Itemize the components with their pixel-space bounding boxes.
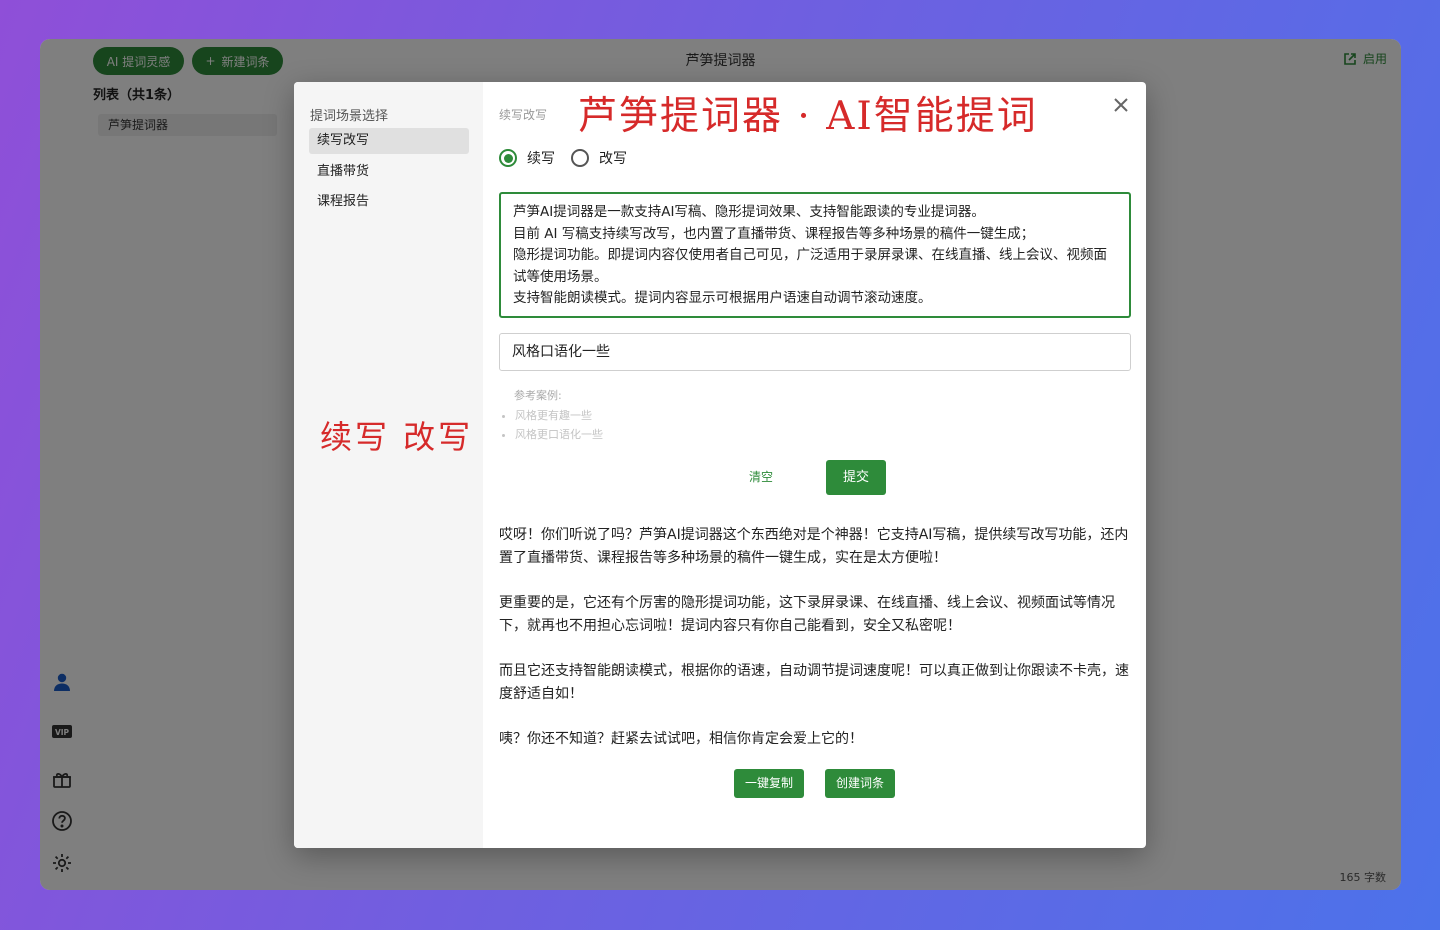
- handwritten-subtitle: 续写 改写: [320, 418, 474, 456]
- reference-item[interactable]: 风格更有趣一些: [515, 406, 603, 425]
- radio-rewrite[interactable]: 改写: [571, 148, 627, 168]
- output-paragraph: 更重要的是，它还有个厉害的隐形提词功能，这下录屏录课、在线直播、线上会议、视频面…: [499, 595, 1115, 634]
- handwritten-title: 芦笋提词器 · AI智能提词: [578, 94, 1038, 139]
- reference-label: 参考案例:: [514, 389, 562, 402]
- scene-item-rewrite[interactable]: 续写改写: [309, 128, 469, 154]
- radio-checked-icon: [499, 149, 517, 167]
- radio-continue-label: 续写: [527, 151, 555, 167]
- copy-button[interactable]: 一键复制: [734, 769, 804, 798]
- output-paragraph: 而且它还支持智能朗读模式，根据你的语速，自动调节提词速度呢！可以真正做到让你跟读…: [499, 663, 1129, 702]
- close-icon[interactable]: [1110, 94, 1132, 116]
- source-line: 目前 AI 写稿支持续写改写，也内置了直播带货、课程报告等多种场景的稿件一键生成…: [513, 225, 1035, 242]
- reference-item[interactable]: 风格更口语化一些: [515, 425, 603, 444]
- source-line: 隐形提词功能。即提词内容仅使用者自己可见，广泛适用于录屏录课、在线直播、线上会议…: [513, 247, 1107, 285]
- submit-button[interactable]: 提交: [826, 460, 886, 495]
- generated-output: 哎呀！你们听说了吗？芦笋AI提词器这个东西绝对是个神器！它支持AI写稿，提供续写…: [499, 524, 1131, 773]
- clear-button[interactable]: 清空: [749, 468, 773, 485]
- create-entry-button[interactable]: 创建词条: [825, 769, 895, 798]
- radio-rewrite-label: 改写: [599, 151, 627, 167]
- source-text-area[interactable]: 芦笋AI提词器是一款支持AI写稿、隐形提词效果、支持智能跟读的专业提词器。 目前…: [499, 192, 1131, 318]
- reference-list: 风格更有趣一些 风格更口语化一些: [499, 406, 603, 444]
- style-input[interactable]: 风格口语化一些: [499, 333, 1131, 371]
- dialog-title: 续写改写: [499, 108, 548, 122]
- radio-unchecked-icon: [571, 149, 589, 167]
- radio-continue[interactable]: 续写: [499, 148, 555, 168]
- ai-writing-dialog: 提词场景选择 续写改写 直播带货 课程报告 续写 改写 续写改写 芦笋提词器 ·…: [294, 82, 1146, 848]
- scene-sidebar: 提词场景选择 续写改写 直播带货 课程报告 续写 改写: [294, 82, 483, 848]
- scene-item-livestream[interactable]: 直播带货: [309, 159, 469, 185]
- scene-title: 提词场景选择: [310, 109, 389, 124]
- mode-radio-group: 续写 改写: [499, 148, 627, 168]
- source-line: 芦笋AI提词器是一款支持AI写稿、隐形提词效果、支持智能跟读的专业提词器。: [513, 204, 985, 220]
- source-line: 支持智能朗读模式。提词内容显示可根据用户语速自动调节滚动速度。: [513, 290, 932, 307]
- scene-item-course-report[interactable]: 课程报告: [309, 189, 469, 215]
- output-paragraph: 咦？你还不知道？赶紧去试试吧，相信你肯定会爱上它的！: [499, 731, 863, 747]
- output-paragraph: 哎呀！你们听说了吗？芦笋AI提词器这个东西绝对是个神器！它支持AI写稿，提供续写…: [499, 527, 1129, 566]
